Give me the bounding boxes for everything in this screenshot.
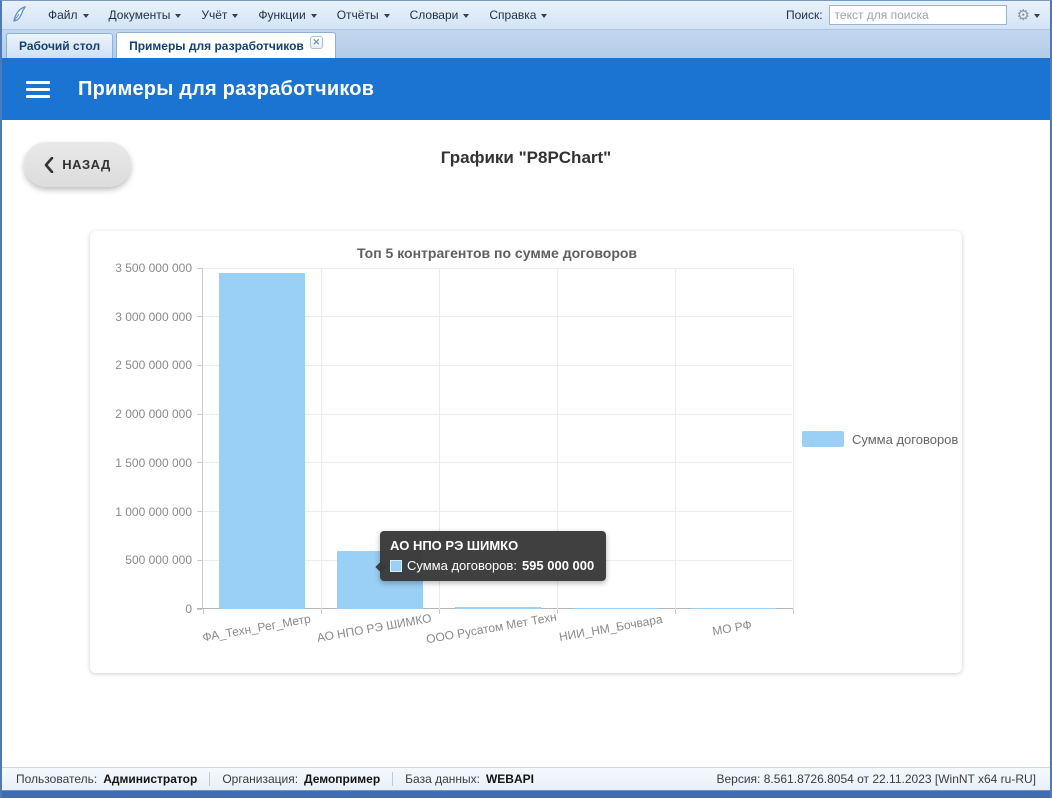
- page-header: Примеры для разработчиков: [2, 58, 1050, 120]
- menu-item-documents[interactable]: Документы: [99, 4, 192, 26]
- gridline: [321, 268, 322, 609]
- gridline: [675, 268, 676, 609]
- header-title: Примеры для разработчиков: [78, 78, 374, 101]
- chevron-down-icon: [463, 14, 469, 18]
- x-tick-mark: [793, 609, 794, 614]
- settings-gear-button[interactable]: ⚙: [1013, 6, 1044, 25]
- gear-icon: ⚙: [1017, 8, 1030, 23]
- x-axis-label: МО РФ: [711, 618, 752, 639]
- status-org-value: Демопример: [304, 772, 380, 786]
- app-quill-icon: [8, 5, 30, 25]
- y-axis-label: 1 000 000 000: [82, 505, 192, 519]
- tooltip-series-label: Сумма договоров:: [407, 558, 517, 573]
- status-divider: [209, 772, 210, 786]
- y-tick-mark: [197, 609, 202, 610]
- tooltip-title: АО НПО РЭ ШИМКО: [390, 538, 594, 553]
- menu-item-file[interactable]: Файл: [38, 4, 99, 26]
- chevron-down-icon: [175, 14, 181, 18]
- search-label: Поиск:: [786, 8, 823, 22]
- app-window: Файл Документы Учёт Функции Отчёты Слова…: [0, 0, 1052, 798]
- status-version: Версия: 8.561.8726.8054 от 22.11.2023 [W…: [716, 772, 1040, 786]
- x-axis-label: ООО Русатом Мет Техн: [425, 610, 558, 647]
- chevron-down-icon: [1034, 14, 1040, 18]
- y-axis-label: 500 000 000: [82, 553, 192, 567]
- x-tick-mark: [557, 609, 558, 614]
- window-bottom-frame: [2, 790, 1050, 798]
- legend-label: Сумма договоров: [852, 432, 958, 447]
- menu-item-label: Учёт: [201, 8, 227, 22]
- status-bar: Пользователь: Администратор Организация:…: [2, 767, 1050, 790]
- status-user-label: Пользователь:: [16, 772, 97, 786]
- chart-title: Топ 5 контрагентов по сумме договоров: [202, 245, 792, 261]
- menu-item-label: Отчёты: [337, 8, 379, 22]
- y-tick-mark: [197, 462, 202, 463]
- menu-item-dictionaries[interactable]: Словари: [400, 4, 480, 26]
- status-org-label: Организация:: [222, 772, 298, 786]
- main-content: НАЗАД Графики "P8PChart" Топ 5 контраген…: [2, 120, 1050, 767]
- gridline: [203, 268, 792, 269]
- menu-item-label: Словари: [410, 8, 459, 22]
- tab-developer-examples[interactable]: Примеры для разработчиков ✕: [116, 32, 336, 58]
- x-tick-mark: [321, 609, 322, 614]
- x-tick-mark: [203, 609, 204, 614]
- x-axis-label: ФА_Техн_Рег_Метр: [201, 612, 311, 645]
- status-user-value: Администратор: [103, 772, 197, 786]
- y-axis-label: 1 500 000 000: [82, 456, 192, 470]
- chevron-down-icon: [384, 14, 390, 18]
- legend-item[interactable]: Сумма договоров: [802, 431, 958, 447]
- status-organization: Организация: Демопример: [218, 772, 384, 786]
- tab-label: Рабочий стол: [19, 39, 100, 53]
- chart-tooltip: АО НПО РЭ ШИМКО Сумма договоров: 595 000…: [380, 531, 606, 581]
- y-axis-label: 0: [82, 602, 192, 616]
- y-axis-label: 2 500 000 000: [82, 358, 192, 372]
- chevron-down-icon: [232, 14, 238, 18]
- legend-swatch: [802, 431, 844, 447]
- x-tick-mark: [675, 609, 676, 614]
- menu-bar: Файл Документы Учёт Функции Отчёты Слова…: [2, 1, 1050, 30]
- y-tick-mark: [197, 511, 202, 512]
- tab-label: Примеры для разработчиков: [129, 39, 304, 53]
- menu-item-label: Справка: [489, 8, 536, 22]
- y-tick-mark: [197, 414, 202, 415]
- search-input[interactable]: [829, 5, 1007, 25]
- menu-item-label: Файл: [48, 8, 78, 22]
- gridline: [793, 268, 794, 609]
- tab-bar: Рабочий стол Примеры для разработчиков ✕: [2, 30, 1050, 58]
- status-user: Пользователь: Администратор: [12, 772, 201, 786]
- tab-close-icon[interactable]: ✕: [310, 36, 323, 49]
- chevron-down-icon: [311, 14, 317, 18]
- chart-card: Топ 5 контрагентов по сумме договоров ФА…: [90, 231, 962, 673]
- tooltip-series-swatch: [390, 560, 402, 572]
- status-db-value: WEBAPI: [486, 772, 534, 786]
- y-tick-mark: [197, 268, 202, 269]
- status-database: База данных: WEBAPI: [401, 772, 538, 786]
- bar-3[interactable]: [455, 607, 541, 609]
- menu-item-reports[interactable]: Отчёты: [327, 4, 400, 26]
- hamburger-menu-icon[interactable]: [26, 81, 50, 98]
- y-tick-mark: [197, 560, 202, 561]
- tab-desktop[interactable]: Рабочий стол: [6, 33, 113, 58]
- x-axis-label: НИИ_НМ_Бочвара: [558, 612, 664, 644]
- y-tick-mark: [197, 316, 202, 317]
- chevron-down-icon: [83, 14, 89, 18]
- status-db-label: База данных:: [405, 772, 480, 786]
- menu-item-functions[interactable]: Функции: [248, 4, 326, 26]
- y-axis-label: 3 500 000 000: [82, 261, 192, 275]
- bar-1[interactable]: [219, 273, 305, 609]
- menu-item-accounting[interactable]: Учёт: [191, 4, 248, 26]
- page-title: Графики "P8PChart": [2, 148, 1050, 168]
- y-axis-label: 3 000 000 000: [82, 310, 192, 324]
- menu-item-label: Функции: [258, 8, 305, 22]
- status-divider: [392, 772, 393, 786]
- bar-4[interactable]: [573, 608, 659, 609]
- menu-item-label: Документы: [109, 8, 171, 22]
- chevron-down-icon: [541, 14, 547, 18]
- tooltip-value: 595 000 000: [522, 558, 594, 573]
- y-tick-mark: [197, 365, 202, 366]
- bar-5[interactable]: [691, 608, 777, 609]
- menu-item-help[interactable]: Справка: [479, 4, 557, 26]
- x-tick-mark: [439, 609, 440, 614]
- y-axis-label: 2 000 000 000: [82, 407, 192, 421]
- x-axis-label: АО НПО РЭ ШИМКО: [316, 611, 433, 645]
